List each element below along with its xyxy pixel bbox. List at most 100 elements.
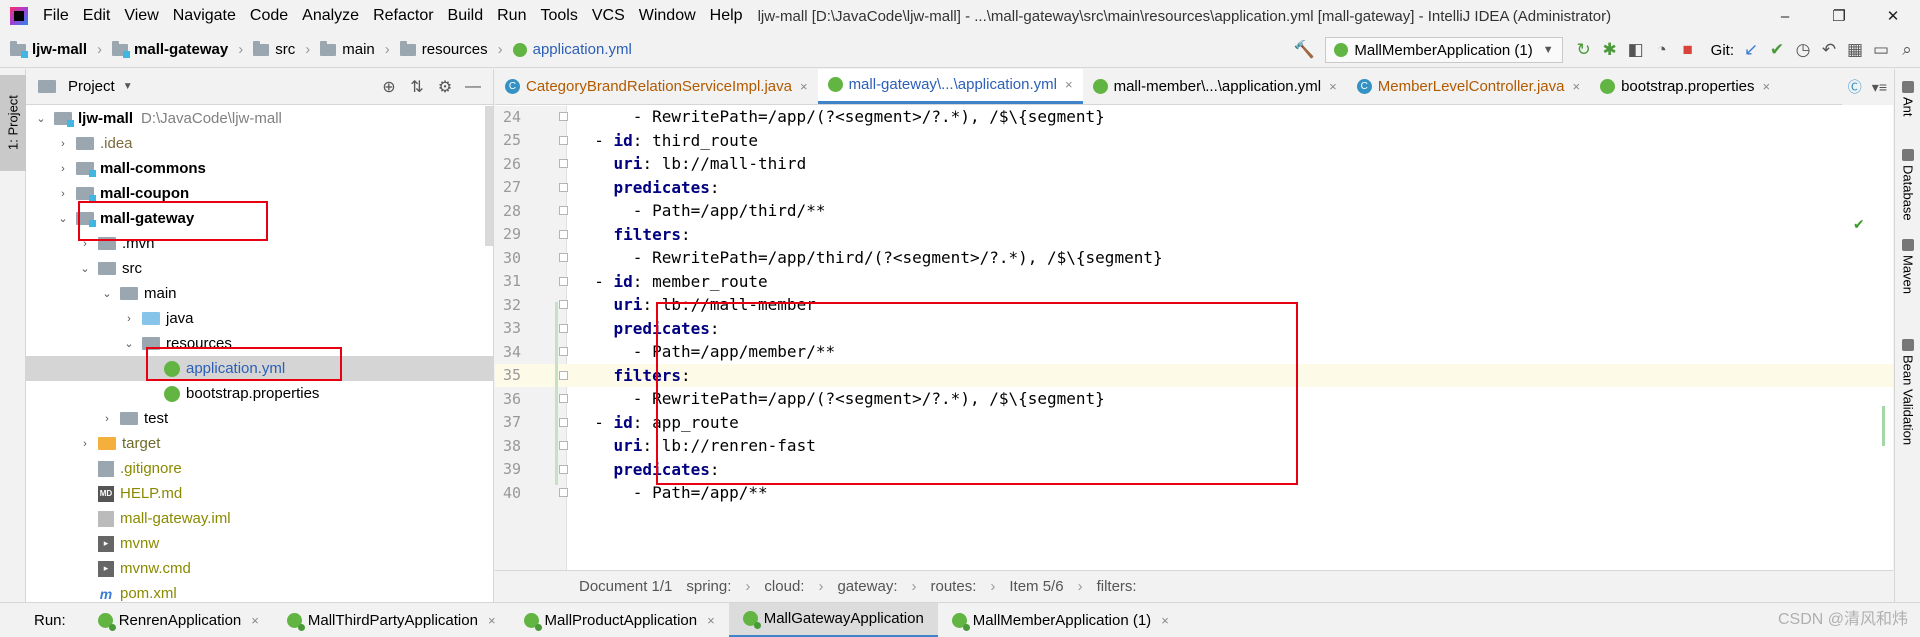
- locate-icon[interactable]: ⊕: [375, 77, 403, 97]
- tree-item-test[interactable]: › test: [26, 406, 493, 431]
- collapsed-arrow-icon[interactable]: ›: [78, 238, 92, 250]
- close-icon[interactable]: ×: [1573, 79, 1581, 94]
- run-tab[interactable]: RenrenApplication ×: [84, 603, 273, 637]
- expanded-arrow-icon[interactable]: ⌄: [78, 262, 92, 275]
- git-rollback-icon[interactable]: ↶: [1816, 37, 1842, 63]
- tree-item--mvn[interactable]: › .mvn: [26, 231, 493, 256]
- restore-button[interactable]: ❐: [1812, 0, 1866, 32]
- fold-marker-icon[interactable]: [559, 253, 568, 263]
- nav-crumb-0[interactable]: ljw-mall ›: [0, 40, 102, 58]
- menu-run[interactable]: Run: [490, 0, 533, 32]
- tree-item--idea[interactable]: › .idea: [26, 131, 493, 156]
- yaml-breadcrumb-item[interactable]: spring:: [686, 578, 731, 595]
- fold-marker-icon[interactable]: [559, 206, 568, 216]
- presentation-icon[interactable]: ▭: [1868, 37, 1894, 63]
- menu-code[interactable]: Code: [243, 0, 295, 32]
- menu-navigate[interactable]: Navigate: [166, 0, 243, 32]
- menu-vcs[interactable]: VCS: [585, 0, 632, 32]
- tree-item-help-md[interactable]: MD HELP.md: [26, 481, 493, 506]
- tree-item-target[interactable]: › target: [26, 431, 493, 456]
- collapsed-arrow-icon[interactable]: ›: [100, 413, 114, 425]
- tree-item-bootstrap-properties[interactable]: bootstrap.properties: [26, 381, 493, 406]
- tree-item-mvnw-cmd[interactable]: ▸ mvnw.cmd: [26, 556, 493, 581]
- hide-icon[interactable]: —: [459, 78, 487, 96]
- menu-view[interactable]: View: [117, 0, 165, 32]
- tree-item-src[interactable]: ⌄ src: [26, 256, 493, 281]
- collapsed-arrow-icon[interactable]: ›: [78, 438, 92, 450]
- collapsed-arrow-icon[interactable]: ›: [56, 163, 70, 175]
- project-panel-title[interactable]: Project: [68, 78, 115, 95]
- editor-tabs-more[interactable]: Ⓒ ▾≡: [1841, 69, 1893, 105]
- right-tool-tab-bean-validation[interactable]: Bean Validation: [1895, 339, 1920, 445]
- git-commit-icon[interactable]: ✔: [1764, 37, 1790, 63]
- tree-item-application-yml[interactable]: application.yml: [26, 356, 493, 381]
- tree-item-resources[interactable]: ⌄ resources: [26, 331, 493, 356]
- collapsed-arrow-icon[interactable]: ›: [56, 188, 70, 200]
- yaml-breadcrumb-item[interactable]: Item 5/6: [1009, 578, 1063, 595]
- menu-edit[interactable]: Edit: [76, 0, 118, 32]
- debug-icon[interactable]: ✱: [1597, 37, 1623, 63]
- right-tool-tab-ant[interactable]: Ant: [1895, 81, 1920, 117]
- close-icon[interactable]: ×: [1065, 77, 1073, 92]
- fold-marker-icon[interactable]: [559, 417, 568, 427]
- tree-item-pom-xml[interactable]: m pom.xml: [26, 581, 493, 602]
- coverage-icon[interactable]: ◧: [1623, 37, 1649, 63]
- close-icon[interactable]: ×: [1161, 613, 1169, 628]
- gear-icon[interactable]: ⚙: [431, 77, 459, 97]
- menu-window[interactable]: Window: [632, 0, 703, 32]
- collapsed-arrow-icon[interactable]: ›: [122, 313, 136, 325]
- menu-tools[interactable]: Tools: [533, 0, 584, 32]
- fold-marker-icon[interactable]: [559, 347, 568, 357]
- fold-marker-icon[interactable]: [559, 159, 568, 169]
- fold-marker-icon[interactable]: [559, 394, 568, 404]
- tree-item-mvnw[interactable]: ▸ mvnw: [26, 531, 493, 556]
- nav-crumb-3[interactable]: main ›: [310, 40, 390, 58]
- search-icon[interactable]: ⌕: [1894, 37, 1920, 63]
- yaml-breadcrumb-item[interactable]: Document 1/1: [579, 578, 672, 595]
- close-icon[interactable]: ×: [251, 613, 259, 628]
- editor-tab[interactable]: C MemberLevelController.java ×: [1347, 69, 1590, 104]
- expanded-arrow-icon[interactable]: ⌄: [56, 212, 70, 225]
- run-tab[interactable]: MallProductApplication ×: [510, 603, 729, 637]
- collapse-all-icon[interactable]: ⇅: [403, 77, 431, 97]
- nav-crumb-1[interactable]: mall-gateway ›: [102, 40, 243, 58]
- editor-tab[interactable]: mall-member\...\application.yml ×: [1083, 69, 1347, 104]
- editor-tab[interactable]: mall-gateway\...\application.yml ×: [817, 69, 1083, 104]
- yaml-breadcrumb-item[interactable]: filters:: [1097, 578, 1137, 595]
- tree-item-mall-gateway[interactable]: ⌄ mall-gateway: [26, 206, 493, 231]
- editor-tab[interactable]: bootstrap.properties ×: [1590, 69, 1780, 104]
- expanded-arrow-icon[interactable]: ⌄: [122, 337, 136, 350]
- menu-analyze[interactable]: Analyze: [295, 0, 366, 32]
- tree-item-ljw-mall[interactable]: ⌄ ljw-mall D:\JavaCode\ljw-mall: [26, 106, 493, 131]
- fold-marker-icon[interactable]: [559, 488, 568, 498]
- tree-item-mall-gateway-iml[interactable]: mall-gateway.iml: [26, 506, 493, 531]
- tree-item-main[interactable]: ⌄ main: [26, 281, 493, 306]
- fold-marker-icon[interactable]: [559, 182, 568, 192]
- tree-item-mall-commons[interactable]: › mall-commons: [26, 156, 493, 181]
- close-icon[interactable]: ×: [800, 79, 808, 94]
- run-config-select[interactable]: MallMemberApplication (1) ▼: [1325, 37, 1563, 63]
- close-icon[interactable]: ×: [1763, 79, 1771, 94]
- yaml-breadcrumb-item[interactable]: gateway:: [837, 578, 897, 595]
- close-icon[interactable]: ×: [707, 613, 715, 628]
- fold-marker-icon[interactable]: [559, 300, 568, 310]
- yaml-breadcrumb-item[interactable]: cloud:: [764, 578, 804, 595]
- git-update-icon[interactable]: ↙: [1738, 37, 1764, 63]
- close-icon[interactable]: ×: [1329, 79, 1337, 94]
- tab-list-icon[interactable]: ▾≡: [1872, 79, 1887, 96]
- stop-icon[interactable]: ■: [1675, 37, 1701, 63]
- close-icon[interactable]: ×: [488, 613, 496, 628]
- right-tool-tab-maven[interactable]: Maven: [1895, 239, 1920, 294]
- editor-scrollbar-marker[interactable]: [1882, 406, 1885, 446]
- project-scrollbar[interactable]: [485, 106, 493, 246]
- tree-item--gitignore[interactable]: .gitignore: [26, 456, 493, 481]
- menu-build[interactable]: Build: [441, 0, 491, 32]
- minimize-button[interactable]: –: [1758, 0, 1812, 32]
- build-hammer-icon[interactable]: 🔨: [1291, 37, 1317, 63]
- chevron-down-icon[interactable]: ▼: [123, 81, 133, 92]
- fold-marker-icon[interactable]: [559, 276, 568, 286]
- fold-marker-icon[interactable]: [559, 229, 568, 239]
- fold-marker-icon[interactable]: [559, 370, 568, 380]
- git-history-icon[interactable]: ◷: [1790, 37, 1816, 63]
- run-tab[interactable]: MallThirdPartyApplication ×: [273, 603, 510, 637]
